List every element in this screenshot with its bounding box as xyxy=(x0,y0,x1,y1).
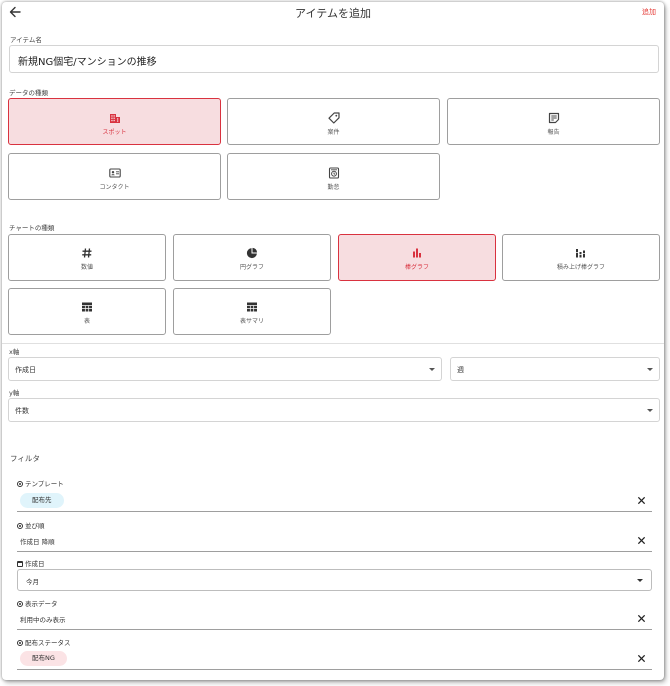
data-type-label: データの種類 xyxy=(9,89,48,97)
calendar-icon xyxy=(17,561,23,567)
table-summary-icon xyxy=(247,302,257,312)
chart-type-label: チャートの種類 xyxy=(9,224,55,232)
close-icon[interactable] xyxy=(637,536,646,545)
chart-type-number[interactable]: 数値 xyxy=(8,234,166,281)
x-axis-field-select[interactable]: 作成日 xyxy=(8,357,442,381)
pie-chart-icon xyxy=(246,247,258,259)
x-axis-interval-value: 週 xyxy=(457,366,464,374)
y-axis-field-value: 件数 xyxy=(15,407,29,415)
data-type-attendance-label: 勤怠 xyxy=(327,184,340,191)
radio-icon xyxy=(17,481,23,487)
data-type-deal-label: 案件 xyxy=(327,129,340,136)
status-chip[interactable]: 配布NG xyxy=(20,651,67,666)
chart-type-table-label: 表 xyxy=(83,318,90,325)
chart-type-table-summary-label: 表サマリ xyxy=(239,318,264,325)
x-axis-interval-select[interactable]: 週 xyxy=(450,357,660,381)
stacked-bar-chart-icon xyxy=(576,249,585,258)
filter-template-label: テンプレート xyxy=(17,478,64,488)
x-axis-label: x軸 xyxy=(9,348,20,356)
filter-template-row[interactable]: 配布先 xyxy=(17,490,652,512)
divider xyxy=(2,343,664,344)
note-icon xyxy=(548,112,559,124)
chart-type-table[interactable]: 表 xyxy=(8,288,166,335)
filter-display-label: 表示データ xyxy=(17,598,58,608)
close-icon[interactable] xyxy=(637,654,646,663)
data-type-report-label: 報告 xyxy=(547,129,560,136)
chart-type-number-label: 数値 xyxy=(80,264,93,271)
chart-type-table-summary[interactable]: 表サマリ xyxy=(173,288,331,335)
chevron-down-icon xyxy=(647,409,653,412)
chart-type-pie-label: 円グラフ xyxy=(239,264,264,271)
chart-type-pie[interactable]: 円グラフ xyxy=(173,234,331,281)
created-date-select[interactable]: 今月 xyxy=(17,569,652,591)
template-chip[interactable]: 配布先 xyxy=(20,493,64,508)
filter-title: フィルタ xyxy=(10,454,40,463)
filter-display-row[interactable]: 利用中のみ表示 xyxy=(17,608,652,630)
filter-status-label: 配布ステータス xyxy=(17,637,71,647)
data-type-attendance[interactable]: 勤怠 xyxy=(227,153,440,200)
bar-chart-icon xyxy=(413,248,421,258)
filter-status-row[interactable]: 配布NG xyxy=(17,648,652,670)
building-icon xyxy=(109,114,120,123)
data-type-contact[interactable]: コンタクト xyxy=(8,153,221,200)
timeclock-icon xyxy=(328,167,339,179)
chart-type-stacked-bar[interactable]: 積み上げ棒グラフ xyxy=(502,234,660,281)
data-type-deal[interactable]: 案件 xyxy=(227,98,440,145)
y-axis-field-select[interactable]: 件数 xyxy=(8,398,660,422)
data-type-spot-label: スポット xyxy=(102,129,127,136)
close-icon[interactable] xyxy=(637,614,646,623)
chevron-down-icon xyxy=(429,368,435,371)
close-icon[interactable] xyxy=(637,496,646,505)
filter-sort-row[interactable]: 作成日 降順 xyxy=(17,530,652,552)
sort-value: 作成日 降順 xyxy=(20,538,55,546)
data-type-contact-label: コンタクト xyxy=(99,184,130,191)
dialog-title: アイテムを追加 xyxy=(295,7,371,20)
item-name-label: アイテム名 xyxy=(10,36,42,44)
add-item-dialog: アイテムを追加 追加 アイテム名 新規NG個宅/マンションの推移 データの種類 … xyxy=(2,2,664,680)
filter-created-label: 作成日 xyxy=(17,558,45,568)
x-axis-field-value: 作成日 xyxy=(15,366,36,374)
radio-icon xyxy=(17,523,23,529)
filter-sort-label: 並び順 xyxy=(17,520,45,530)
chart-type-bar[interactable]: 棒グラフ xyxy=(338,234,496,281)
radio-icon xyxy=(17,640,23,646)
chevron-down-icon xyxy=(637,579,643,582)
add-button[interactable]: 追加 xyxy=(642,7,656,17)
chevron-down-icon xyxy=(647,368,653,371)
contact-card-icon xyxy=(108,168,121,178)
created-date-value: 今月 xyxy=(26,578,39,586)
radio-icon xyxy=(17,601,23,607)
hash-icon xyxy=(82,248,92,258)
table-icon xyxy=(82,302,92,312)
display-value: 利用中のみ表示 xyxy=(20,616,66,624)
chart-type-bar-label: 棒グラフ xyxy=(404,264,429,271)
data-type-report[interactable]: 報告 xyxy=(447,98,660,145)
item-name-input[interactable]: 新規NG個宅/マンションの推移 xyxy=(9,45,659,73)
y-axis-label: y軸 xyxy=(9,389,20,397)
chart-type-stacked-bar-label: 積み上げ棒グラフ xyxy=(556,264,605,271)
tag-icon xyxy=(327,112,340,124)
data-type-spot[interactable]: スポット xyxy=(8,98,221,145)
dialog-header: アイテムを追加 追加 xyxy=(2,2,664,24)
